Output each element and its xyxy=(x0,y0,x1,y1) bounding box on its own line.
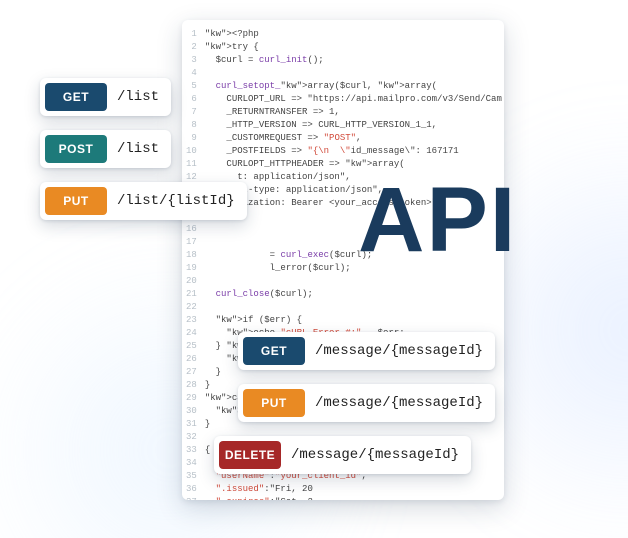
api-heading: API xyxy=(358,168,517,273)
stage: 1 2 3 4 5 6 7 8 9 10 11 12 13 14 15 16 1… xyxy=(0,0,628,538)
method-badge-get: GET xyxy=(45,83,107,111)
line-gutter: 1 2 3 4 5 6 7 8 9 10 11 12 13 14 15 16 1… xyxy=(186,28,205,500)
method-badge-put: PUT xyxy=(45,187,107,215)
endpoint-path: /message/{messageId} xyxy=(315,395,483,411)
endpoint-path: /list/{listId} xyxy=(117,193,235,209)
endpoint-pill: DELETE /message/{messageId} xyxy=(214,436,471,474)
endpoint-path: /list xyxy=(117,89,159,105)
endpoint-path: /message/{messageId} xyxy=(291,447,459,463)
endpoint-path: /message/{messageId} xyxy=(315,343,483,359)
method-badge-delete: DELETE xyxy=(219,441,281,469)
endpoint-path: /list xyxy=(117,141,159,157)
endpoint-pill: PUT /message/{messageId} xyxy=(238,384,495,422)
endpoint-pill: GET /message/{messageId} xyxy=(238,332,495,370)
endpoint-pill: GET /list xyxy=(40,78,171,116)
method-badge-post: POST xyxy=(45,135,107,163)
method-badge-put: PUT xyxy=(243,389,305,417)
endpoint-pill: POST /list xyxy=(40,130,171,168)
endpoint-pill: PUT /list/{listId} xyxy=(40,182,247,220)
method-badge-get: GET xyxy=(243,337,305,365)
